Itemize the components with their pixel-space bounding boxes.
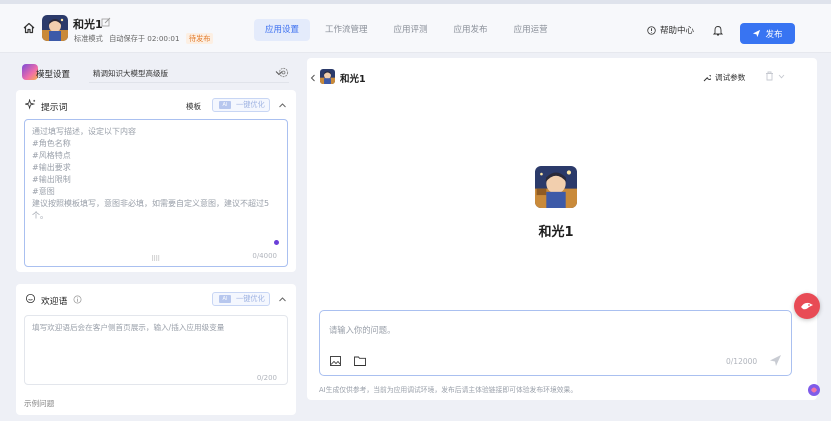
- optimize-label: 一键优化: [236, 100, 265, 109]
- trash-icon[interactable]: [765, 71, 774, 81]
- welcome-title: 欢迎语: [41, 297, 68, 307]
- bell-icon[interactable]: [713, 25, 723, 36]
- preview-center-avatar: [535, 166, 577, 208]
- preview-panel: 和光1 调试参数 和光1 请输入你的问题。 0/12000 AI生成仅供参考，当…: [307, 58, 817, 400]
- chat-counter: 0/12000: [726, 357, 758, 366]
- image-icon[interactable]: [330, 356, 341, 366]
- tab-operation[interactable]: 应用运营: [503, 19, 559, 41]
- preview-center-name: 和光1: [538, 225, 574, 240]
- chat-bubble-icon: [25, 293, 36, 304]
- preview-app-name: 和光1: [340, 74, 366, 85]
- prompt-panel: 提示词 模板 AI 一键优化 通过填写描述，设定以下内容 #角色名称 #风格特点…: [16, 90, 296, 272]
- preview-avatar: [320, 69, 335, 84]
- welcome-placeholder: 填写欢迎语后会在客户侧首页展示，输入/插入应用级变量: [32, 323, 225, 332]
- prompt-counter: 0/4000: [252, 252, 277, 260]
- welcome-optimize-button[interactable]: AI 一键优化: [212, 292, 270, 306]
- publish-button[interactable]: 发布: [740, 23, 795, 44]
- model-select[interactable]: 精调知识大模型高级版: [89, 63, 289, 83]
- brand-logo-icon[interactable]: [807, 383, 821, 397]
- tab-app-settings[interactable]: 应用设置: [254, 19, 311, 41]
- info-icon[interactable]: [73, 295, 82, 304]
- status-badge: 待发布: [185, 33, 214, 44]
- send-icon: [753, 29, 761, 38]
- folder-icon[interactable]: [354, 356, 366, 366]
- optimize-label: 一键优化: [236, 294, 265, 303]
- chat-input-box[interactable]: 请输入你的问题。 0/12000: [319, 310, 792, 376]
- welcome-counter: 0/200: [256, 374, 277, 382]
- top-tabs: 应用设置 工作流管理 应用评测 应用发布 应用运营: [254, 19, 563, 41]
- chevron-up-icon[interactable]: [278, 101, 287, 110]
- app-name: 和光1: [73, 18, 103, 31]
- chevron-left-icon[interactable]: [309, 74, 317, 82]
- settings-icon[interactable]: [278, 67, 289, 78]
- model-select-value: 精调知识大模型高级版: [93, 69, 168, 78]
- send-icon[interactable]: [769, 354, 782, 367]
- app-header: 和光1 标准模式 自动保存于 02:00:01 待发布 应用设置 工作流管理 应…: [0, 4, 831, 53]
- mode-label: 标准模式: [74, 34, 103, 43]
- chevron-down-icon[interactable]: [778, 74, 785, 79]
- debug-params-label: 调试参数: [715, 73, 746, 82]
- help-center-label: 帮助中心: [660, 26, 695, 36]
- help-center-link[interactable]: 帮助中心: [647, 24, 694, 36]
- prompt-textarea[interactable]: 通过填写描述，设定以下内容 #角色名称 #风格特点 #输出要求 #输出限制 #意…: [24, 119, 288, 267]
- optimize-button[interactable]: AI 一键优化: [212, 98, 270, 112]
- model-settings-row: 模型设置 精调知识大模型高级版: [16, 60, 296, 86]
- robot-assistant-button[interactable]: [794, 293, 820, 319]
- tab-publish[interactable]: 应用发布: [443, 19, 499, 41]
- tab-workflow[interactable]: 工作流管理: [314, 19, 379, 41]
- settings-column: 模型设置 精调知识大模型高级版 提示词 模板 AI 一键优化 通过填写描述，设定…: [16, 60, 296, 415]
- model-settings-label: 模型设置: [36, 70, 71, 80]
- prompt-placeholder: 通过填写描述，设定以下内容 #角色名称 #风格特点 #输出要求 #输出限制 #意…: [32, 127, 270, 220]
- sparkle-icon: [25, 99, 36, 110]
- template-button[interactable]: 模板: [186, 101, 201, 112]
- debug-params-button[interactable]: 调试参数: [703, 72, 745, 83]
- welcome-textarea[interactable]: 填写欢迎语后会在客户侧首页展示，输入/插入应用级变量 0/200: [24, 315, 288, 385]
- welcome-panel: 欢迎语 AI 一键优化 填写欢迎语后会在客户侧首页展示，输入/插入应用级变量 0…: [16, 284, 296, 415]
- prompt-title: 提示词: [41, 103, 68, 113]
- publish-button-label: 发布: [765, 29, 783, 40]
- tab-evaluation[interactable]: 应用评测: [383, 19, 439, 41]
- home-icon[interactable]: [23, 22, 35, 34]
- resize-grip-icon[interactable]: ⠿⠿: [151, 255, 160, 263]
- help-icon: [647, 25, 656, 35]
- robot-icon: [801, 302, 813, 310]
- ai-icon: AI: [219, 295, 231, 303]
- example-questions-label: 示例问题: [24, 399, 55, 408]
- app-avatar: [42, 15, 68, 41]
- app-meta: 标准模式 自动保存于 02:00:01 待发布: [74, 33, 217, 44]
- chevron-up-icon[interactable]: [278, 295, 287, 304]
- wrench-icon: [703, 74, 711, 81]
- edit-icon[interactable]: [101, 17, 111, 27]
- ai-icon: AI: [219, 101, 231, 109]
- ai-disclaimer: AI生成仅供参考，当前为应用调试环境，发布后请主体验链接即可体验发布环境效果。: [319, 386, 578, 394]
- autosave-label: 自动保存于 02:00:01: [109, 34, 180, 43]
- chat-input-placeholder: 请输入你的问题。: [329, 325, 396, 335]
- status-dot: [274, 240, 279, 245]
